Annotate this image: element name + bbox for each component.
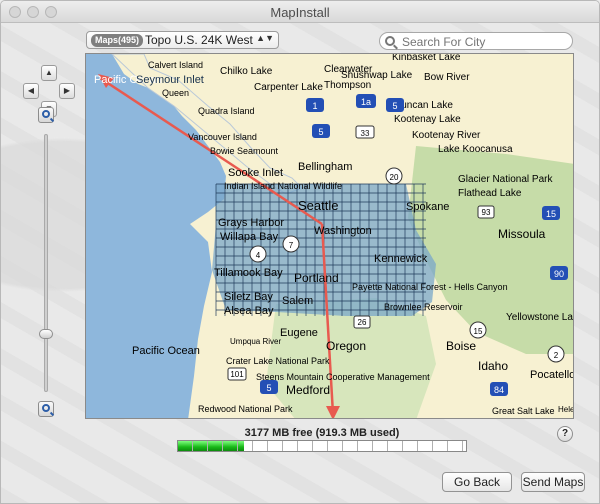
highway-shield-label: 7 (289, 241, 294, 250)
highway-shield-label: 15 (546, 209, 556, 219)
map-label: Calvert Island (148, 60, 203, 70)
highway-shield-label: 5 (392, 101, 397, 111)
zoom-out-icon (42, 404, 50, 412)
pan-left-button[interactable]: ◀ (23, 83, 39, 99)
highway-shield-label: 2 (554, 351, 559, 360)
map-label: Crater Lake National Park (226, 356, 330, 366)
map-view[interactable]: Pacific Ocean Seymour Inlet Chilko Lake … (85, 53, 574, 419)
zoom-in-button[interactable] (38, 107, 54, 123)
map-label: Great Salt Lake (492, 406, 555, 416)
map-label: Flathead Lake (458, 188, 522, 199)
highway-shield-label: 5 (318, 127, 323, 137)
map-label: Boise (446, 339, 476, 353)
map-label: Quadra Island (198, 106, 255, 116)
city-search-input[interactable] (402, 35, 562, 49)
storage-segments (178, 441, 466, 451)
map-label: Steens Mountain Cooperative Management (256, 372, 430, 382)
map-label: Kootenay River (412, 130, 481, 141)
map-product-select[interactable]: Maps(495) Topo U.S. 24K West ▲▼ (86, 31, 279, 49)
highway-shield-label: 101 (230, 370, 244, 379)
map-label: Spokane (406, 201, 449, 213)
map-label: Chilko Lake (220, 66, 273, 77)
map-label: Medford (286, 383, 330, 397)
map-label: Seattle (298, 198, 338, 213)
map-label: Bellingham (298, 161, 352, 173)
zoom-slider-thumb[interactable] (39, 329, 53, 339)
search-icon (385, 36, 395, 46)
highway-shield-label: 15 (474, 327, 483, 336)
city-search-field[interactable] (379, 32, 573, 50)
highway-shield-label: 26 (358, 318, 367, 327)
map-label: Eugene (280, 327, 318, 339)
map-label: Indian Island National Wildlife (224, 181, 342, 191)
map-label: Tillamook Bay (214, 267, 283, 279)
map-label: Umpqua River (230, 337, 281, 346)
highway-shield-label: 90 (554, 269, 564, 279)
map-label: Helena (558, 405, 574, 414)
storage-text: 3177 MB free (919.3 MB used) (244, 427, 400, 439)
selected-map-name: Topo U.S. 24K West (145, 33, 253, 47)
inlet-label: Seymour Inlet (136, 74, 204, 86)
highway-shield-label: 33 (361, 129, 370, 138)
map-canvas[interactable]: Pacific Ocean Seymour Inlet Chilko Lake … (86, 54, 574, 419)
highway-shield-label: 1a (361, 97, 371, 107)
zoom-in-icon (42, 110, 50, 118)
map-label: Pacific Ocean (132, 345, 200, 357)
arrow-left-icon: ◀ (27, 86, 35, 95)
map-label: Shushwap Lake (341, 70, 413, 81)
map-label: Willapa Bay (220, 231, 279, 243)
map-label: Glacier National Park (458, 174, 553, 185)
map-label: Vancouver Island (188, 132, 257, 142)
map-label: Thompson (324, 80, 371, 91)
pan-up-button[interactable]: ▲ (41, 65, 57, 81)
chevron-updown-icon: ▲▼ (256, 33, 274, 43)
map-label: Lake Koocanusa (438, 144, 513, 155)
arrow-right-icon: ▶ (63, 86, 71, 95)
map-label: Payette National Forest - Hells Canyon (352, 282, 508, 292)
map-label: Bowie Seamount (210, 146, 279, 156)
storage-progress-bar (177, 440, 467, 452)
mapinstall-window: MapInstall Maps(495) Topo U.S. 24K West … (0, 0, 600, 504)
highway-shield-label: 93 (482, 208, 491, 217)
zoom-out-button[interactable] (38, 401, 54, 417)
highway-shield-label: 4 (256, 251, 261, 260)
map-label: Brownlee Reservoir (384, 302, 463, 312)
map-label: Oregon (326, 339, 366, 353)
map-label: Kennewick (374, 253, 428, 265)
map-label: Kinbasket Lake (392, 54, 461, 63)
map-label: Pocatello (530, 369, 574, 381)
help-button[interactable]: ? (557, 426, 573, 442)
send-maps-button[interactable]: Send Maps (521, 472, 585, 492)
map-label: Siletz Bay (224, 291, 273, 303)
map-label: Portland (294, 271, 339, 285)
map-label: Carpenter Lake (254, 82, 323, 93)
highway-shield-label: 84 (494, 385, 504, 395)
map-label: Idaho (478, 359, 508, 373)
highway-shield-label: 5 (266, 383, 271, 393)
map-label: Yellowstone Lake (506, 312, 574, 323)
map-label: Bow River (424, 72, 470, 83)
go-back-button[interactable]: Go Back (442, 472, 512, 492)
highway-shield-label: 1 (312, 101, 317, 111)
title-bar: MapInstall (1, 1, 599, 23)
map-count-badge: Maps(495) (91, 34, 144, 47)
pan-right-button[interactable]: ▶ (59, 83, 75, 99)
map-label: Queen (162, 88, 189, 98)
arrow-up-icon: ▲ (45, 68, 53, 77)
map-label: Sooke Inlet (228, 167, 283, 179)
map-label: Grays Harbor (218, 217, 284, 229)
zoom-slider-track[interactable] (44, 134, 48, 392)
map-label: Missoula (498, 227, 546, 241)
map-label: Kootenay Lake (394, 114, 461, 125)
map-label: Alsea Bay (224, 305, 274, 317)
highway-shield-label: 20 (390, 173, 399, 182)
map-label: Washington (314, 225, 372, 237)
window-title: MapInstall (270, 5, 330, 20)
map-label: Redwood National Park (198, 404, 293, 414)
map-label: Salem (282, 295, 313, 307)
